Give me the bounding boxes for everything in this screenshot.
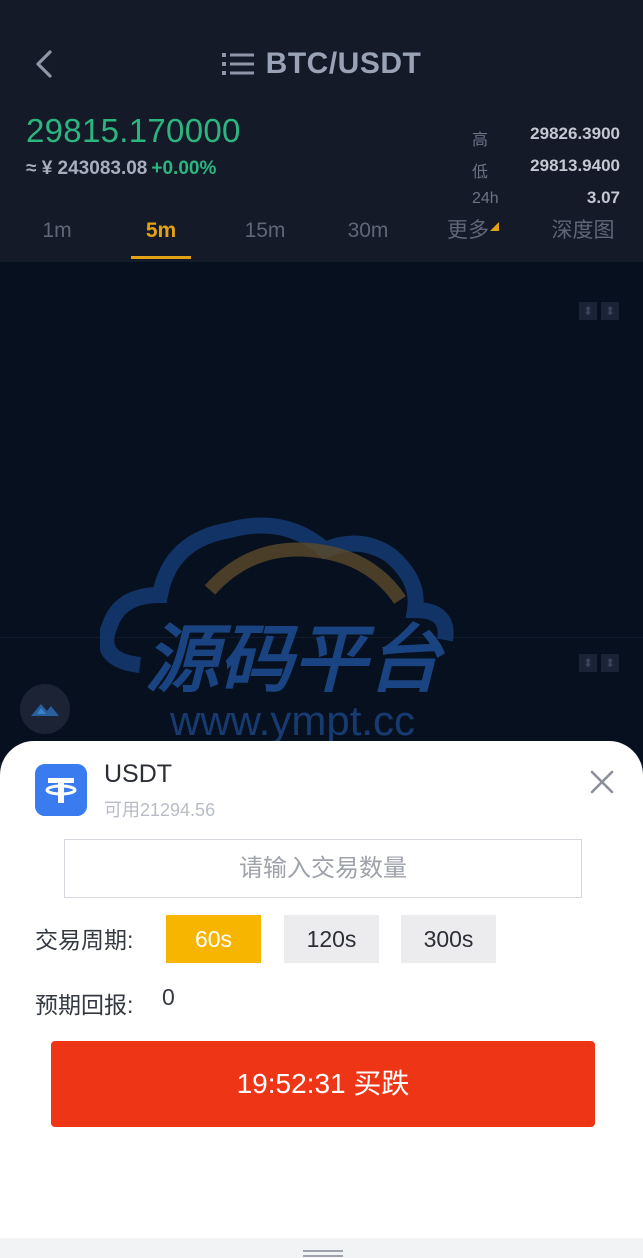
page-title: BTC/USDT [265, 47, 422, 80]
chart-divider [0, 637, 643, 638]
chart-tool-button[interactable] [20, 684, 70, 734]
tab-15m[interactable]: 15m [232, 210, 298, 260]
period-60s-button[interactable]: 60s [166, 915, 261, 963]
stat-volume-value: 3.07 [586, 188, 620, 207]
indicator-expand-button[interactable]: ⬍ [601, 654, 619, 672]
stat-high-value: 29826.3900 [530, 124, 620, 143]
pair-selector[interactable]: BTC/USDT [0, 42, 643, 86]
stat-low: 低 29813.9400 [468, 154, 620, 186]
period-300s-button[interactable]: 300s [401, 915, 496, 963]
period-label: 交易周期: [35, 927, 134, 953]
stat-high: 高 29826.3900 [468, 122, 620, 154]
trade-sheet: USDT 可用21294.56 交易周期: 60s 120s 300s 预期回报… [0, 741, 643, 1258]
stat-low-value: 29813.9400 [530, 156, 620, 175]
tab-5m[interactable]: 5m [131, 210, 191, 260]
close-icon[interactable] [588, 768, 616, 796]
chart-expand-button[interactable]: ⬍ [601, 302, 619, 320]
tab-more-label: 更多 [447, 219, 489, 242]
tab-more[interactable]: 更多 [440, 210, 506, 260]
buy-down-button[interactable]: 19:52:31 买跌 [51, 1041, 595, 1127]
tether-icon [35, 764, 87, 816]
coin-name: USDT [104, 760, 173, 788]
list-icon [221, 53, 254, 75]
stat-high-label: 高 [472, 132, 489, 149]
amount-input[interactable] [64, 839, 582, 898]
chart-controls-top: ⬍ ⬍ [579, 302, 619, 320]
mountain-icon [31, 704, 59, 716]
sheet-handle[interactable] [303, 1250, 343, 1258]
available-balance: 可用21294.56 [104, 800, 216, 820]
active-tab-indicator [131, 256, 191, 259]
chart-controls-bottom: ⬍ ⬍ [579, 654, 619, 672]
price-cny: ≈ ¥ 243083.08 +0.00% [26, 158, 216, 180]
price-change: +0.00% [151, 158, 217, 179]
price-cny-value: ≈ ¥ 243083.08 [26, 158, 148, 179]
period-120s-button[interactable]: 120s [284, 915, 379, 963]
chart-collapse-button[interactable]: ⬍ [579, 302, 597, 320]
stat-low-label: 低 [472, 164, 489, 181]
price-stats: 高 29826.3900 低 29813.9400 24h 3.07 [468, 122, 620, 218]
indicator-collapse-button[interactable]: ⬍ [579, 654, 597, 672]
expected-return-value: 0 [162, 984, 175, 1010]
tab-depth[interactable]: 深度图 [543, 210, 623, 260]
stat-volume-label: 24h [472, 190, 499, 207]
market-header: BTC/USDT 29815.170000 ≈ ¥ 243083.08 +0.00… [0, 0, 643, 262]
last-price: 29815.170000 [26, 112, 241, 149]
tab-30m[interactable]: 30m [335, 210, 401, 260]
interval-tabs: 1m 5m 15m 30m 更多 深度图 [0, 210, 643, 262]
expected-return-label: 预期回报: [35, 992, 134, 1018]
caret-icon [490, 222, 499, 231]
tab-1m[interactable]: 1m [28, 210, 86, 260]
kline-chart[interactable]: ⬍ ⬍ ⬍ ⬍ [0, 262, 643, 762]
